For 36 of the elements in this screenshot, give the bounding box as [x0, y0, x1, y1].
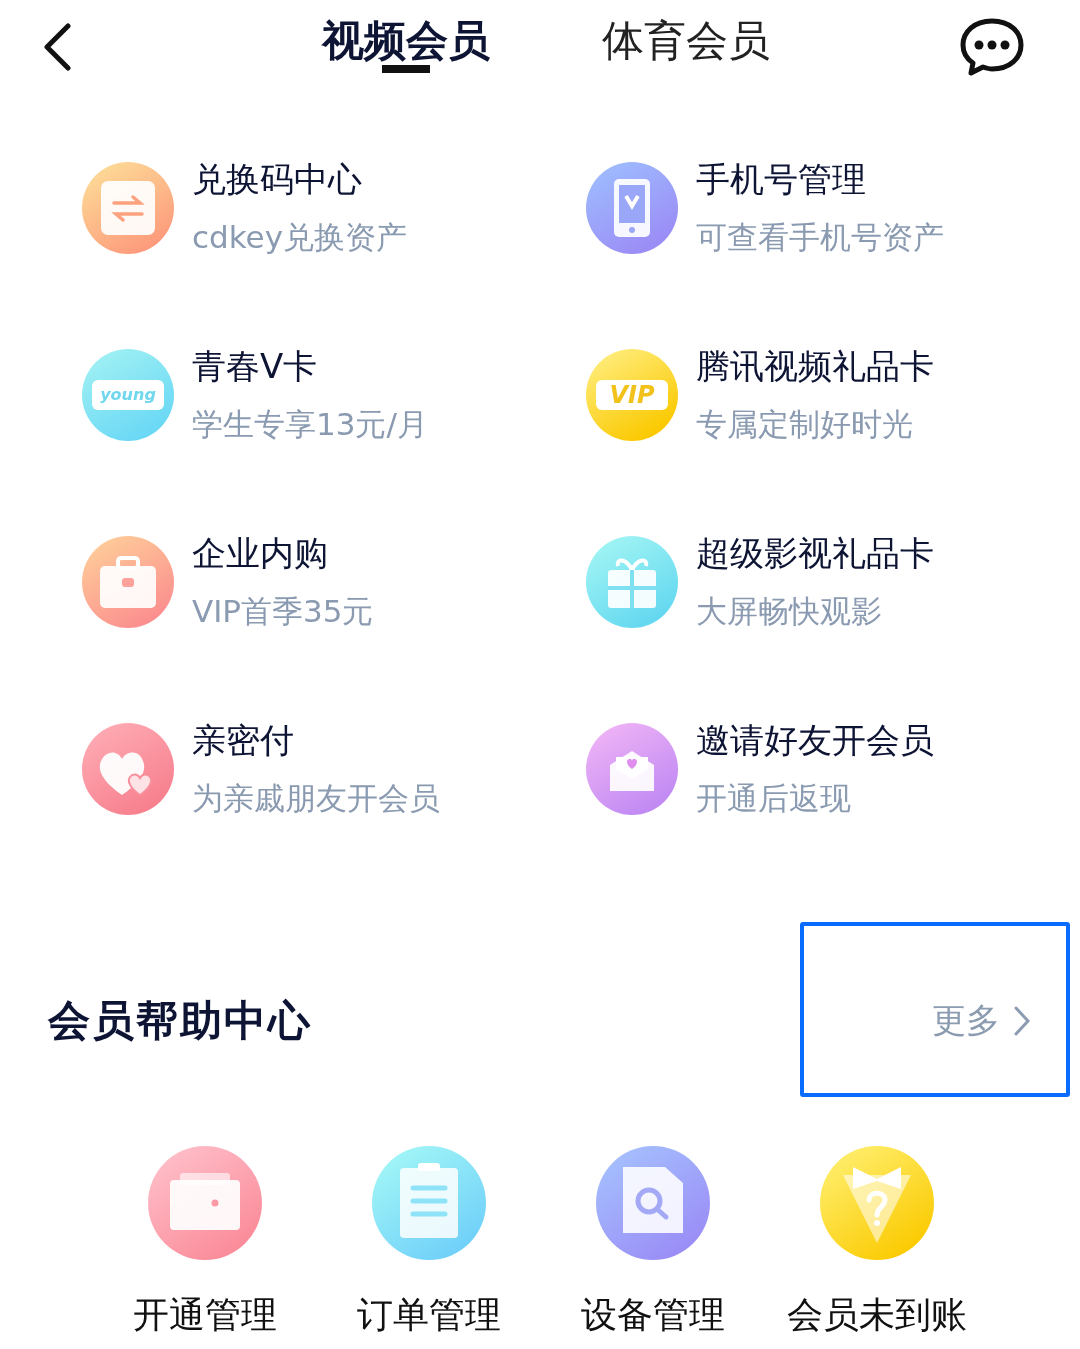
help-label: 会员未到账	[787, 1293, 967, 1337]
help-label: 订单管理	[357, 1293, 501, 1337]
gift-icon[interactable]	[586, 535, 678, 628]
exchange-icon[interactable]	[82, 161, 174, 254]
bowtie-icon[interactable]	[819, 1145, 935, 1261]
help-label: 设备管理	[581, 1293, 725, 1337]
service-subtitle: 为亲戚朋友开会员	[192, 778, 440, 818]
section-title: 会员帮助中心	[48, 994, 312, 1047]
service-subtitle: cdkey兑换资产	[192, 217, 407, 257]
chat-icon[interactable]	[959, 17, 1025, 77]
service-title[interactable]: 邀请好友开会员	[696, 717, 934, 764]
service-title[interactable]: 亲密付	[192, 717, 440, 764]
service-title[interactable]: 腾讯视频礼品卡	[696, 343, 934, 390]
back-icon[interactable]	[42, 23, 72, 71]
service-subtitle: 学生专享13元/月	[192, 404, 428, 444]
chevron-icon	[1014, 1005, 1030, 1036]
service-title[interactable]: 青春V卡	[192, 343, 428, 390]
icon-label: young	[92, 379, 164, 410]
service-subtitle: 大屏畅快观影	[696, 591, 883, 631]
service-subtitle: 开通后返现	[696, 778, 852, 818]
envelope-icon[interactable]	[586, 722, 678, 815]
service-title[interactable]: 企业内购	[192, 530, 374, 577]
clipboard-icon[interactable]	[371, 1145, 487, 1261]
service-subtitle: 专属定制好时光	[696, 404, 914, 444]
briefcase-icon[interactable]	[82, 535, 174, 628]
tab[interactable]: 体育会员	[601, 13, 770, 81]
icon-label: VIP	[596, 379, 668, 410]
search-doc-icon[interactable]	[595, 1145, 711, 1261]
service-title[interactable]: 兑换码中心	[192, 156, 407, 203]
help-label: 开通管理	[133, 1293, 277, 1337]
phone-icon[interactable]	[586, 161, 678, 254]
wallet-icon[interactable]	[147, 1145, 263, 1261]
service-title[interactable]: 手机号管理	[696, 156, 944, 203]
service-subtitle: 可查看手机号资产	[696, 217, 944, 257]
service-title[interactable]: 超级影视礼品卡	[696, 530, 934, 577]
service-subtitle: VIP首季35元	[192, 591, 374, 631]
